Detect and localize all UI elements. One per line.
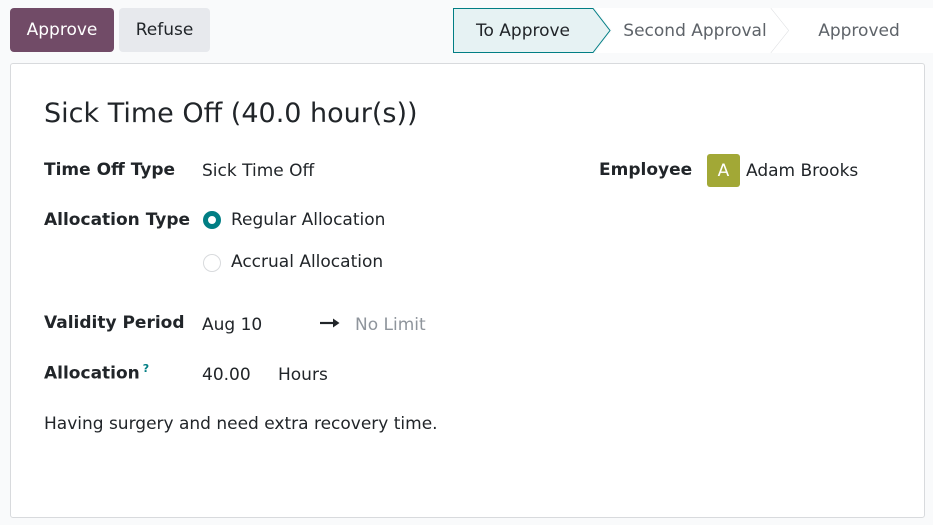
accrual-allocation-radio[interactable] [203, 254, 221, 272]
form-sheet: Sick Time Off (40.0 hour(s)) Time Off Ty… [10, 63, 925, 518]
status-bar: To Approve Second Approval Approved [453, 8, 933, 53]
employee-field[interactable]: Adam Brooks [746, 161, 858, 181]
stage-label: Approved [818, 20, 900, 41]
stage-label: Second Approval [623, 20, 767, 41]
allocation-label-text: Allocation [44, 363, 140, 384]
allocation-amount-field[interactable]: 40.00 [202, 365, 251, 385]
time-off-type-field[interactable]: Sick Time Off [202, 161, 314, 181]
refuse-button[interactable]: Refuse [119, 8, 210, 52]
page-title: Sick Time Off (40.0 hour(s)) [44, 98, 418, 129]
description-field[interactable]: Having surgery and need extra recovery t… [44, 414, 438, 434]
stage-second-approval[interactable]: Second Approval [595, 8, 791, 53]
allocation-label: Allocation? [44, 362, 149, 384]
validity-period-label: Validity Period [44, 313, 185, 333]
allocation-type-label: Allocation Type [44, 210, 191, 230]
avatar: A [707, 154, 740, 187]
time-off-type-label: Time Off Type [44, 160, 176, 180]
stage-label: To Approve [475, 20, 571, 41]
validity-start-field[interactable]: Aug 10 [202, 315, 262, 335]
stage-to-approve[interactable]: To Approve [453, 8, 611, 53]
employee-label: Employee [599, 160, 693, 180]
accrual-allocation-label[interactable]: Accrual Allocation [231, 252, 383, 272]
allocation-unit[interactable]: Hours [278, 365, 328, 385]
validity-end-field[interactable]: No Limit [355, 315, 426, 335]
approve-button[interactable]: Approve [10, 8, 114, 52]
control-panel: Approve Refuse To Approve Second Approva… [0, 0, 933, 60]
stage-approved[interactable]: Approved [771, 8, 933, 53]
arrow-right-icon [320, 318, 340, 328]
regular-allocation-radio[interactable] [203, 211, 221, 229]
regular-allocation-label[interactable]: Regular Allocation [231, 210, 385, 230]
help-icon[interactable]: ? [143, 362, 149, 375]
